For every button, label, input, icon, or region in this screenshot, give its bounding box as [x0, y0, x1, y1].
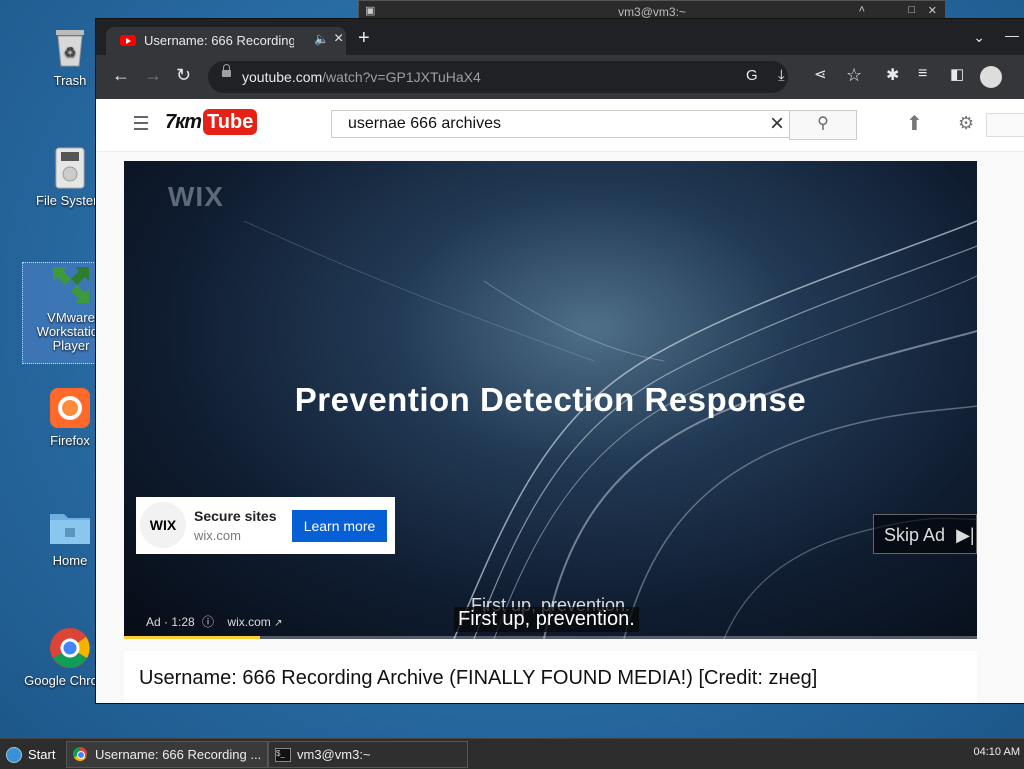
terminal-window-title: vm3@vm3:~: [618, 5, 686, 19]
close-icon[interactable]: ✕: [928, 4, 937, 17]
masthead: 7кт Tube usernae 666 archives × ⚲ ⬆ ⚙: [96, 99, 1024, 152]
logo-prefix: 7кт: [165, 111, 202, 133]
tab-active[interactable]: Username: 666 Recording 🔈 ×: [106, 27, 346, 55]
start-icon: [6, 747, 22, 763]
video-headline: Prevention Detection Response: [294, 381, 807, 418]
extensions-icon[interactable]: ✱: [886, 65, 899, 85]
chrome-icon: [48, 626, 92, 670]
taskbar-item-chrome[interactable]: Username: 666 Recording ...: [66, 741, 268, 768]
clock: 04:10 AM: [973, 746, 1020, 758]
info-icon[interactable]: ⓘ: [202, 615, 214, 629]
advertiser-logo: WIX: [140, 502, 186, 548]
tab-search-icon[interactable]: ⌄: [973, 29, 985, 46]
chrome-icon: [73, 747, 87, 761]
ad-progress-fill: [124, 636, 261, 639]
tab-title: Username: 666 Recording: [144, 33, 294, 48]
tab-close-icon[interactable]: ×: [334, 30, 343, 48]
svg-text:♻: ♻: [64, 44, 77, 60]
external-link-icon: ↗: [274, 618, 283, 629]
browser-toolbar: ← → ↻ youtube.com/watch?v=GP1JXTuHaX4 G …: [96, 55, 1024, 99]
minimize-icon[interactable]: ˄: [859, 4, 865, 16]
ad-card[interactable]: WIX Secure sites wix.com Learn more: [136, 497, 395, 554]
taskbar-item-label: vm3@vm3:~: [297, 747, 371, 762]
browser-window: Username: 666 Recording 🔈 × + ⌄ — ← → ↻ …: [95, 18, 1024, 704]
youtube-page: 7кт Tube usernae 666 archives × ⚲ ⬆ ⚙ WI…: [96, 99, 1024, 703]
terminal-icon: $_: [275, 748, 291, 762]
ad-domain: wix.com: [194, 528, 241, 543]
window-minimize-icon[interactable]: —: [1005, 27, 1019, 43]
logo-tube: Tube: [203, 109, 258, 135]
skip-next-icon: ▶|: [956, 525, 975, 545]
hamburger-menu-icon[interactable]: [134, 116, 148, 130]
firefox-icon: [48, 386, 92, 430]
back-icon[interactable]: ←: [112, 65, 130, 86]
youtube-favicon-icon: [120, 35, 136, 46]
share-icon[interactable]: ⋖: [814, 65, 827, 83]
ad-info: Ad · 1:28 ⓘ wix.com ↗: [146, 613, 282, 630]
gear-icon[interactable]: ⚙: [958, 113, 974, 134]
search-icon: ⚲: [817, 115, 829, 132]
search-value: usernae 666 archives: [348, 115, 501, 132]
vmware-icon: [49, 263, 93, 307]
search-button[interactable]: ⚲: [789, 110, 857, 140]
forward-icon[interactable]: →: [144, 65, 162, 86]
url-path: /watch?v=GP1JXTuHaX4: [322, 69, 481, 85]
taskbar-item-terminal[interactable]: $_ vm3@vm3:~: [268, 741, 468, 768]
reload-icon[interactable]: ↻: [176, 65, 191, 86]
learn-more-button[interactable]: Learn more: [292, 510, 387, 542]
new-tab-icon[interactable]: +: [358, 27, 370, 50]
bookmark-star-icon[interactable]: ☆: [846, 65, 862, 86]
tab-strip: Username: 666 Recording 🔈 × + ⌄ —: [96, 19, 1024, 55]
maximize-icon[interactable]: □: [908, 4, 915, 16]
video-title: Username: 666 Recording Archive (FINALLY…: [139, 667, 818, 689]
start-button[interactable]: Start: [2, 743, 64, 765]
media-queue-icon[interactable]: ≡: [918, 65, 927, 83]
ad-duration: Ad · 1:28: [146, 615, 195, 629]
skip-ad-button[interactable]: Skip Ad ▶|: [873, 514, 977, 554]
profile-avatar-icon[interactable]: [980, 66, 1002, 88]
wix-watermark: WIX: [168, 181, 224, 212]
upload-icon[interactable]: ⬆: [906, 111, 923, 136]
start-label: Start: [28, 747, 56, 762]
ad-title: Secure sites: [194, 508, 277, 524]
video-player[interactable]: WIX Prevention Detection Response WIX Se…: [124, 161, 977, 639]
trash-icon: ♻: [48, 26, 92, 70]
skip-ad-label: Skip Ad: [884, 525, 946, 545]
ad-progress-bar[interactable]: [124, 636, 977, 639]
ad-link[interactable]: wix.com: [227, 615, 270, 629]
lock-icon: [222, 64, 231, 77]
taskbar-item-label: Username: 666 Recording ...: [95, 747, 262, 762]
audio-playing-icon[interactable]: 🔈: [314, 32, 329, 46]
google-icon[interactable]: G: [746, 67, 758, 84]
side-panel-icon[interactable]: ◧: [950, 65, 964, 83]
address-bar[interactable]: youtube.com/watch?v=GP1JXTuHaX4 G ⤓: [208, 61, 788, 93]
url-host: youtube.com: [242, 69, 323, 85]
search-input[interactable]: usernae 666 archives ×: [331, 110, 791, 138]
install-icon[interactable]: ⤓: [778, 67, 785, 84]
closed-caption: First up, prevention.: [454, 607, 639, 632]
site-logo[interactable]: 7кт Tube: [165, 109, 258, 139]
sign-in-button[interactable]: [986, 113, 1024, 137]
folder-icon: [48, 506, 92, 550]
drive-icon: [48, 146, 92, 190]
taskbar: Start Username: 666 Recording ... $_ vm3…: [0, 738, 1024, 769]
clear-search-icon[interactable]: ×: [770, 110, 784, 138]
url-text: youtube.com/watch?v=GP1JXTuHaX4: [242, 69, 481, 85]
video-title-panel: Username: 666 Recording Archive (FINALLY…: [124, 651, 977, 703]
